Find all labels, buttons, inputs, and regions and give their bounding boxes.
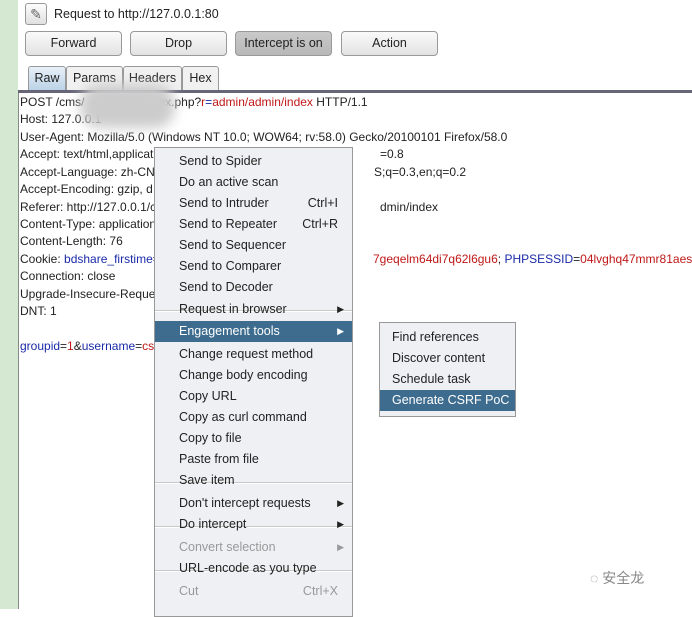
menu-item-label: Copy as curl command [179, 410, 307, 424]
menu-item-label: Request in browser [179, 302, 287, 316]
submenu-arrow-icon: ▶ [337, 498, 344, 508]
submenu-item-find-references[interactable]: Find references [380, 327, 515, 348]
menu-item-paste-from-file[interactable]: Paste from file [155, 449, 352, 470]
menu-item-convert-selection: Convert selection ▶ [155, 537, 352, 558]
header-content-type: Content-Type: application [20, 217, 157, 231]
menu-item-send-to-comparer[interactable]: Send to Comparer [155, 256, 352, 277]
wechat-icon: ◌ [590, 570, 603, 586]
tab-hex[interactable]: Hex [182, 66, 219, 91]
submenu-item-schedule-task[interactable]: Schedule task [380, 369, 515, 390]
context-menu: Send to Spider Do an active scan Send to I… [154, 147, 353, 617]
header-connection: Connection: close [20, 269, 116, 283]
menu-item-label: Send to Repeater [179, 217, 277, 231]
menu-item-label: Convert selection [179, 540, 276, 554]
menu-item-label: Send to Sequencer [179, 238, 287, 252]
menu-item-don-t-intercept-requests[interactable]: Don't intercept requests ▶ [155, 493, 352, 514]
menu-item-send-to-repeater[interactable]: Send to Repeater Ctrl+R [155, 214, 352, 235]
menu-item-copy-as-curl-command[interactable]: Copy as curl command [155, 407, 352, 428]
menu-item-request-in-browser[interactable]: Request in browser ▶ [155, 299, 352, 320]
shortcut-label: Ctrl+X [302, 584, 338, 598]
menu-item-label: Do intercept [179, 517, 247, 531]
menu-item-label: Send to Spider [179, 154, 262, 168]
menu-item-do-an-active-scan[interactable]: Do an active scan [155, 172, 352, 193]
menu-item-copy-url[interactable]: Copy URL [155, 386, 352, 407]
menu-item-send-to-intruder[interactable]: Send to Intruder Ctrl+I [155, 193, 352, 214]
menu-item-label: Engagement tools [179, 324, 280, 338]
menu-item-label: Send to Decoder [179, 280, 273, 294]
menu-item-label: Cut [179, 584, 199, 598]
watermark: ◌ 安全龙 [590, 570, 645, 586]
menu-item-label: Copy to file [179, 431, 242, 445]
menu-item-label: Copy URL [179, 389, 237, 403]
header-accept: Accept: text/html,applicat =0.8 [20, 147, 404, 161]
request-body: groupid=1&username=cs [20, 339, 155, 353]
header-content-length: Content-Length: 76 [20, 234, 123, 248]
menu-item-label: Send to Comparer [179, 259, 282, 273]
submenu-arrow-icon: ▶ [337, 304, 344, 314]
shortcut-label: Ctrl+I [307, 196, 338, 210]
menu-item-label: Change body encoding [179, 368, 308, 382]
menu-item-send-to-decoder[interactable]: Send to Decoder [155, 277, 352, 298]
header-upgrade-insecure: Upgrade-Insecure-Reques [20, 287, 162, 301]
menu-item-label: Do an active scan [179, 175, 279, 189]
menu-item-do-intercept[interactable]: Do intercept ▶ [155, 514, 352, 535]
action-button[interactable]: Action [341, 31, 438, 56]
drop-button[interactable]: Drop [130, 31, 227, 56]
header-cookie: Cookie: bdshare_firstime=7geqelm64di7q62… [20, 252, 692, 266]
menu-item-copy-to-file[interactable]: Copy to file [155, 428, 352, 449]
menu-item-engagement-tools[interactable]: Engagement tools ▶ [155, 321, 352, 342]
header-accept-encoding: Accept-Encoding: gzip, d [20, 182, 153, 196]
pencil-icon[interactable]: ✎ [25, 3, 47, 25]
submenu-arrow-icon: ▶ [337, 326, 344, 336]
request-title: Request to http://127.0.0.1:80 [54, 7, 219, 21]
request-editor[interactable]: POST /cms/index.php?r=admin/admin/index … [18, 93, 692, 609]
menu-item-url-encode-as-you-type[interactable]: URL-encode as you type [155, 558, 352, 579]
submenu-arrow-icon: ▶ [337, 542, 344, 552]
submenu-arrow-icon: ▶ [337, 519, 344, 529]
menu-item-label: Save item [179, 473, 235, 487]
menu-item-label: Change request method [179, 347, 314, 361]
header-accept-language: Accept-Language: zh-CN S;q=0.3,en;q=0.2 [20, 165, 467, 179]
engagement-tools-submenu: Find references Discover content Schedule … [379, 322, 516, 417]
submenu-item-generate-csrf-poc[interactable]: Generate CSRF PoC [380, 390, 515, 411]
menu-item-label: Don't intercept requests [179, 496, 311, 510]
submenu-item-discover-content[interactable]: Discover content [380, 348, 515, 369]
menu-item-change-request-method[interactable]: Change request method [155, 344, 352, 365]
menu-item-label: URL-encode as you type [179, 561, 317, 575]
request-line: POST /cms/index.php?r=admin/admin/index … [20, 95, 368, 109]
header-dnt: DNT: 1 [20, 304, 57, 318]
menu-item-label: Paste from file [179, 452, 259, 466]
header-user-agent: User-Agent: Mozilla/5.0 (Windows NT 10.0… [20, 130, 508, 144]
menu-item-send-to-sequencer[interactable]: Send to Sequencer [155, 235, 352, 256]
menu-item-change-body-encoding[interactable]: Change body encoding [155, 365, 352, 386]
intercept-toggle-button[interactable]: Intercept is on [235, 31, 332, 56]
left-panel-strip [0, 0, 18, 609]
tab-raw[interactable]: Raw [28, 66, 66, 91]
header-referer: Referer: http://127.0.0.1/c dmin/index [20, 200, 439, 214]
menu-item-cut: Cut Ctrl+X [155, 581, 352, 602]
shortcut-label: Ctrl+R [302, 217, 338, 231]
forward-button[interactable]: Forward [25, 31, 122, 56]
redacted-region [80, 84, 175, 128]
menu-item-save-item[interactable]: Save item [155, 470, 352, 491]
menu-item-send-to-spider[interactable]: Send to Spider [155, 151, 352, 172]
menu-item-label: Send to Intruder [179, 196, 269, 210]
